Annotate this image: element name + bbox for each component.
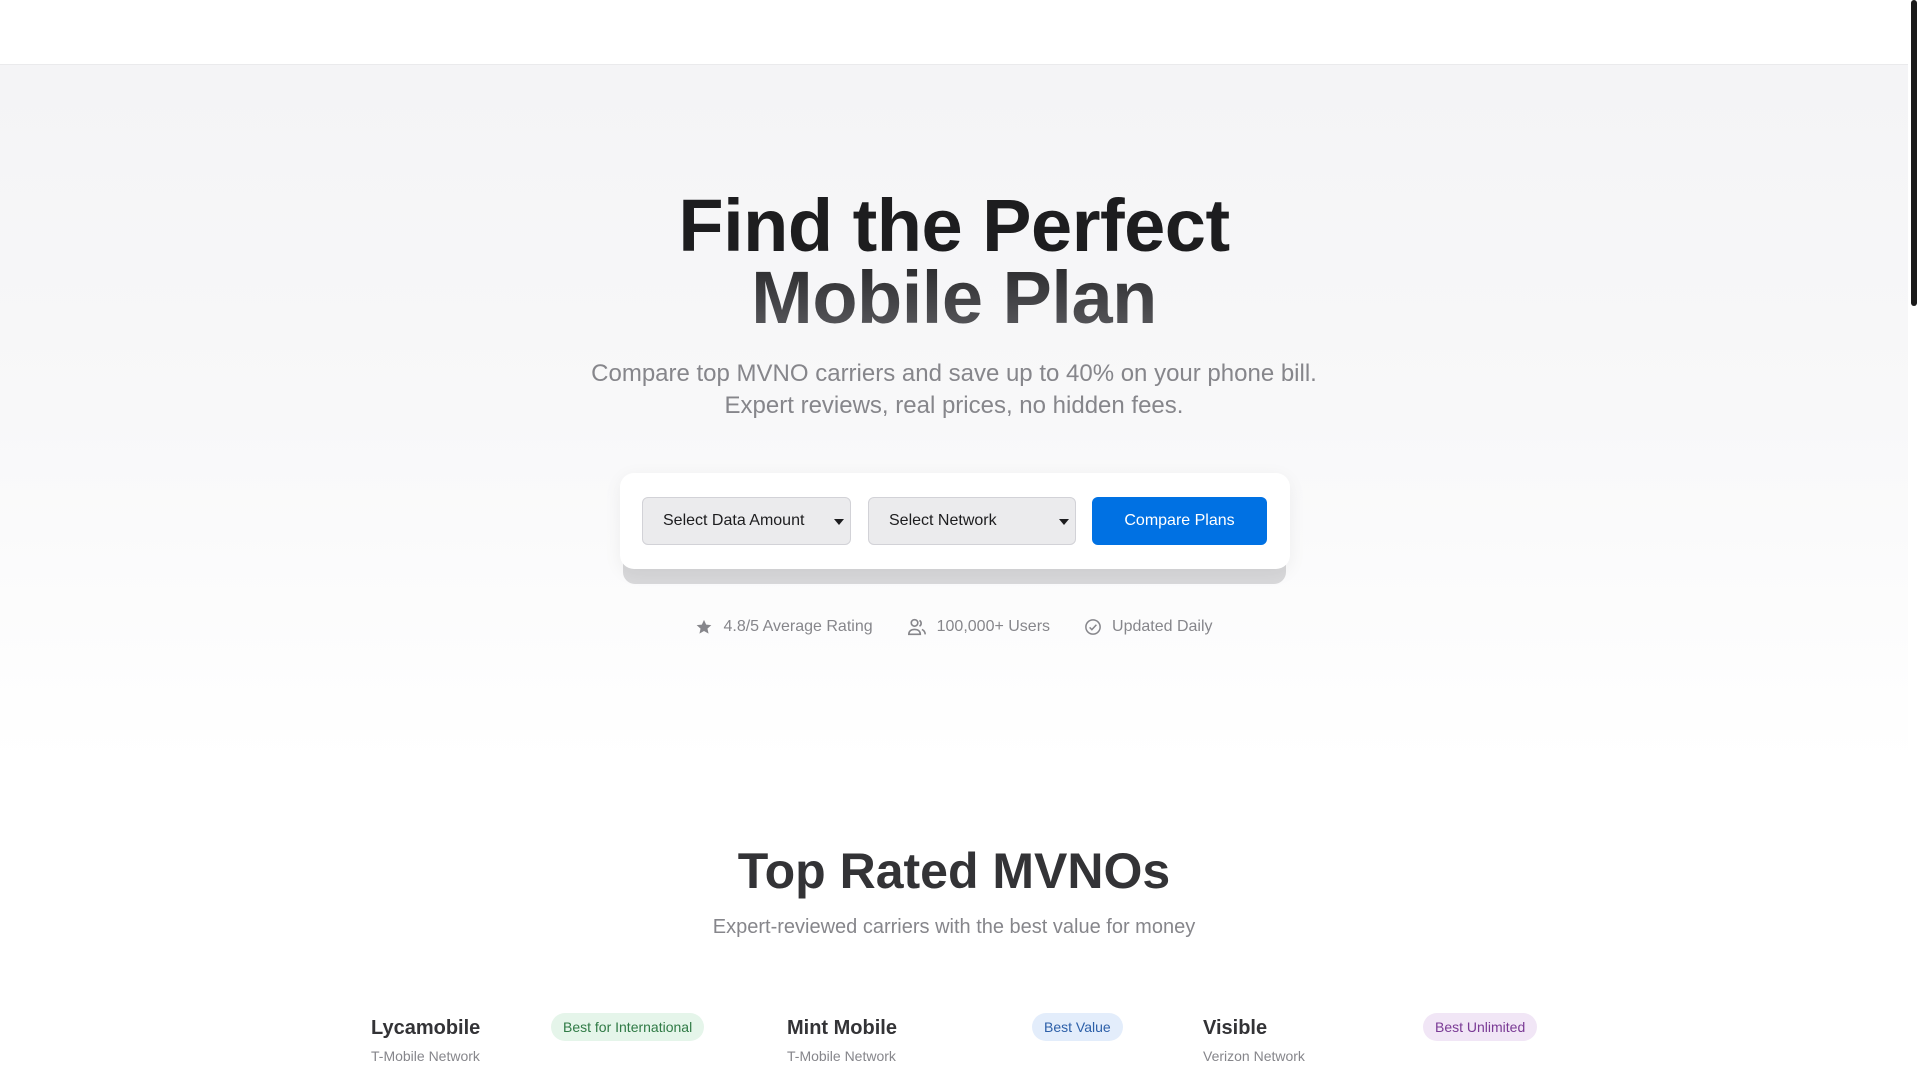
data-amount-select-value: Select Data Amount (663, 512, 805, 529)
users-icon (907, 618, 927, 636)
plan-search-card: Select Data Amount Select Network Compar… (620, 473, 1290, 569)
network-select-value: Select Network (889, 512, 997, 529)
check-circle-icon (1084, 618, 1102, 636)
network-select[interactable]: Select Network (868, 497, 1076, 545)
carrier-name: Lycamobile (371, 1017, 481, 1039)
hero-subtitle-line-1: Compare top MVNO carriers and save up to… (591, 360, 1317, 387)
carrier-name: Visible (1203, 1017, 1268, 1039)
chevron-down-icon (834, 519, 844, 525)
compare-plans-button[interactable]: Compare Plans (1092, 497, 1267, 545)
star-icon (695, 618, 713, 636)
data-amount-select[interactable]: Select Data Amount (642, 497, 851, 545)
carrier-card-visible[interactable]: Visible Verizon Network Best Unlimited (1203, 1010, 1543, 1080)
page: Find the Perfect Mobile Plan Compare top… (0, 0, 1908, 1080)
carrier-card-lycamobile[interactable]: Lycamobile T-Mobile Network Best for Int… (371, 1010, 711, 1080)
stat-users-label: 100,000+ Users (936, 618, 1051, 635)
trust-stats: 4.8/5 Average Rating 100,000+ Users Upda… (0, 618, 1908, 636)
hero-title: Find the Perfect Mobile Plan (0, 184, 1908, 335)
carrier-card-mint-mobile[interactable]: Mint Mobile T-Mobile Network Best Value (787, 1010, 1127, 1080)
carrier-network: T-Mobile Network (371, 1048, 480, 1064)
carrier-badge: Best for International (551, 1013, 705, 1041)
carrier-network: Verizon Network (1203, 1048, 1305, 1064)
top-rated-subtitle: Expert-reviewed carriers with the best v… (712, 916, 1196, 938)
scrollbar-thumb[interactable] (1911, 0, 1917, 306)
stat-users: 100,000+ Users (907, 618, 1050, 636)
hero-subtitle-line-2: Expert reviews, real prices, no hidden f… (724, 392, 1184, 419)
hero-title-line-1: Find the Perfect (678, 184, 1230, 267)
stat-rating: 4.8/5 Average Rating (695, 618, 873, 636)
top-rated-title: Top Rated MVNOs (737, 843, 1171, 899)
chevron-down-icon (1059, 519, 1069, 525)
stat-rating-label: 4.8/5 Average Rating (723, 618, 873, 635)
carrier-badge: Best Unlimited (1423, 1013, 1538, 1041)
stat-updated-label: Updated Daily (1112, 618, 1213, 635)
hero-subtitle: Compare top MVNO carriers and save up to… (0, 358, 1908, 422)
carrier-network: T-Mobile Network (787, 1048, 896, 1064)
carrier-name: Mint Mobile (787, 1017, 897, 1039)
hero-title-line-2: Mobile Plan (0, 261, 1908, 335)
carrier-badge: Best Value (1032, 1013, 1123, 1041)
top-navigation-bar (0, 0, 1908, 64)
stat-updated: Updated Daily (1084, 618, 1213, 636)
